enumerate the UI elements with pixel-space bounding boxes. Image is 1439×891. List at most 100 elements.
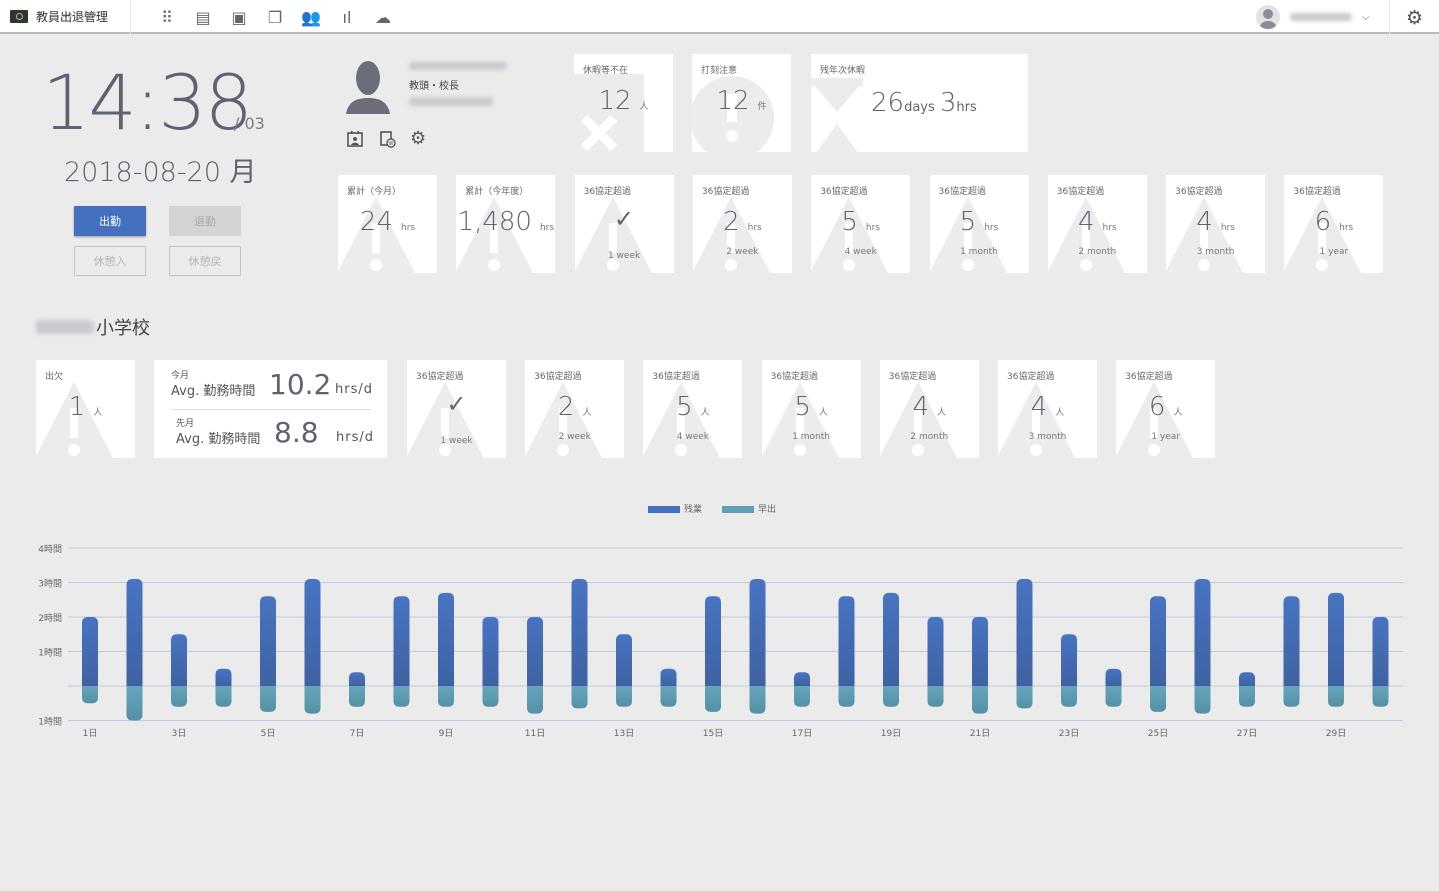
overtime-bar-25[interactable] <box>1150 596 1166 686</box>
stat-card[interactable]: 累計（今年度） 1,480 hrs <box>456 175 556 273</box>
early-bar-13[interactable] <box>616 686 632 707</box>
overtime-bar-12[interactable] <box>571 579 588 686</box>
early-bar-12[interactable] <box>571 686 588 709</box>
overtime-bar-26[interactable] <box>1194 579 1211 686</box>
early-bar-18[interactable] <box>838 686 855 707</box>
stat-card[interactable]: 36協定超過 2 人 2 week <box>525 360 625 458</box>
early-bar-21[interactable] <box>972 686 988 714</box>
early-bar-29[interactable] <box>1328 686 1344 707</box>
document-icon[interactable] <box>378 130 396 152</box>
overtime-bar-9[interactable] <box>438 592 454 686</box>
stat-card[interactable]: 36協定超過 6 人 1 year <box>1116 360 1216 458</box>
gear-icon[interactable]: ⚙ <box>1406 7 1423 29</box>
early-bar-7[interactable] <box>349 686 365 707</box>
break-start-button[interactable]: 休憩入 <box>74 246 146 276</box>
early-bar-22[interactable] <box>1016 686 1033 709</box>
overtime-bar-13[interactable] <box>616 634 632 686</box>
early-bar-14[interactable] <box>660 686 677 707</box>
overtime-bar-18[interactable] <box>838 596 855 686</box>
overtime-bar-30[interactable] <box>1372 617 1389 686</box>
legend-item-overtime[interactable]: 残業 <box>648 502 702 515</box>
chevron-down-icon[interactable]: ⌵ <box>1362 12 1370 23</box>
overtime-bar-29[interactable] <box>1328 592 1344 686</box>
overtime-bar-22[interactable] <box>1016 579 1033 686</box>
legend-item-early[interactable]: 早出 <box>722 502 776 515</box>
clock-in-button[interactable]: 出勤 <box>74 206 146 236</box>
overtime-bar-28[interactable] <box>1283 596 1300 686</box>
gear-icon[interactable]: ⚙ <box>410 130 426 152</box>
bar-chart-icon[interactable]: ıl <box>338 8 356 27</box>
overtime-bar-8[interactable] <box>393 596 410 686</box>
early-bar-17[interactable] <box>794 686 810 707</box>
overtime-bar-19[interactable] <box>883 592 899 686</box>
stat-card[interactable]: 36協定超過 5 hrs 1 month <box>929 175 1029 273</box>
stat-card[interactable]: 36協定超過 6 hrs 1 year <box>1284 175 1384 273</box>
overtime-bar-23[interactable] <box>1061 634 1077 686</box>
overtime-bar-1[interactable] <box>82 617 98 686</box>
overtime-bar-24[interactable] <box>1105 668 1122 686</box>
stat-card[interactable]: 累計（今月） 24 hrs <box>338 175 437 273</box>
overtime-bar-20[interactable] <box>927 617 944 686</box>
early-bar-3[interactable] <box>171 686 187 707</box>
stat-card[interactable]: 打刻注意 12 件 <box>692 54 791 152</box>
early-bar-16[interactable] <box>749 686 766 714</box>
stat-card[interactable]: 36協定超過 5 人 1 month <box>761 360 861 458</box>
user-menu[interactable]: ⌵ <box>1256 5 1370 29</box>
overtime-bar-6[interactable] <box>304 579 321 686</box>
early-bar-10[interactable] <box>482 686 499 707</box>
stat-card[interactable]: 休暇等不在 12 人 <box>574 54 673 152</box>
calendar-note-icon[interactable]: ▤ <box>194 8 212 27</box>
early-bar-20[interactable] <box>927 686 944 707</box>
stat-card[interactable]: 36協定超過 2 hrs 2 week <box>692 175 792 273</box>
overtime-bar-11[interactable] <box>527 617 543 686</box>
apps-icon[interactable]: ⠿ <box>158 8 176 27</box>
overtime-bar-27[interactable] <box>1239 672 1255 686</box>
early-bar-26[interactable] <box>1194 686 1211 714</box>
early-bar-9[interactable] <box>438 686 454 707</box>
stat-card[interactable]: 出欠 1 人 <box>36 360 135 458</box>
early-bar-27[interactable] <box>1239 686 1255 707</box>
early-bar-25[interactable] <box>1150 686 1166 712</box>
overtime-bar-15[interactable] <box>705 596 721 686</box>
overtime-bar-14[interactable] <box>660 668 677 686</box>
stat-card[interactable]: 36協定超過 4 hrs 2 month <box>1047 175 1147 273</box>
overtime-bar-5[interactable] <box>260 596 276 686</box>
early-bar-11[interactable] <box>527 686 543 714</box>
overtime-bar-4[interactable] <box>215 668 232 686</box>
overtime-bar-10[interactable] <box>482 617 499 686</box>
cloud-download-icon[interactable]: ☁ <box>374 8 392 27</box>
early-bar-15[interactable] <box>705 686 721 712</box>
calendar-person-icon[interactable]: ▣ <box>230 8 248 27</box>
break-end-button[interactable]: 休憩戻 <box>169 246 241 276</box>
early-bar-8[interactable] <box>393 686 410 707</box>
people-icon[interactable]: 👥 <box>301 8 321 27</box>
overtime-bar-7[interactable] <box>349 672 365 686</box>
overtime-bar-17[interactable] <box>794 672 810 686</box>
overtime-bar-3[interactable] <box>171 634 187 686</box>
clock-out-button[interactable]: 退勤 <box>169 206 241 236</box>
stat-card[interactable]: 36協定超過 ✓ 1 week <box>407 360 506 458</box>
stat-card[interactable]: 36協定超過 4 人 3 month <box>998 360 1097 458</box>
early-bar-4[interactable] <box>215 686 232 707</box>
stat-card[interactable]: 36協定超過 5 人 4 week <box>643 360 743 458</box>
stat-card[interactable]: 36協定超過 5 hrs 4 week <box>811 175 911 273</box>
early-bar-28[interactable] <box>1283 686 1300 707</box>
early-bar-5[interactable] <box>260 686 276 712</box>
early-bar-23[interactable] <box>1061 686 1077 707</box>
early-bar-1[interactable] <box>82 686 98 704</box>
stat-card[interactable]: 36協定超過 4 人 2 month <box>879 360 979 458</box>
early-bar-6[interactable] <box>304 686 321 714</box>
stat-card[interactable]: 残年次休暇 26days 3hrs <box>811 54 1028 152</box>
stat-card[interactable]: 36協定超過 ✓ 1 week <box>574 175 674 273</box>
document-icon[interactable]: ❐ <box>266 8 284 27</box>
overtime-bar-16[interactable] <box>749 579 766 686</box>
calendar-person-icon[interactable] <box>346 130 364 152</box>
profile-role: 教頭・校長 <box>409 81 459 92</box>
early-bar-30[interactable] <box>1372 686 1389 707</box>
early-bar-24[interactable] <box>1105 686 1122 707</box>
overtime-bar-2[interactable] <box>126 579 143 686</box>
overtime-bar-21[interactable] <box>972 617 988 686</box>
early-bar-19[interactable] <box>883 686 899 707</box>
early-bar-2[interactable] <box>126 686 143 721</box>
stat-card[interactable]: 36協定超過 4 hrs 3 month <box>1166 175 1266 273</box>
